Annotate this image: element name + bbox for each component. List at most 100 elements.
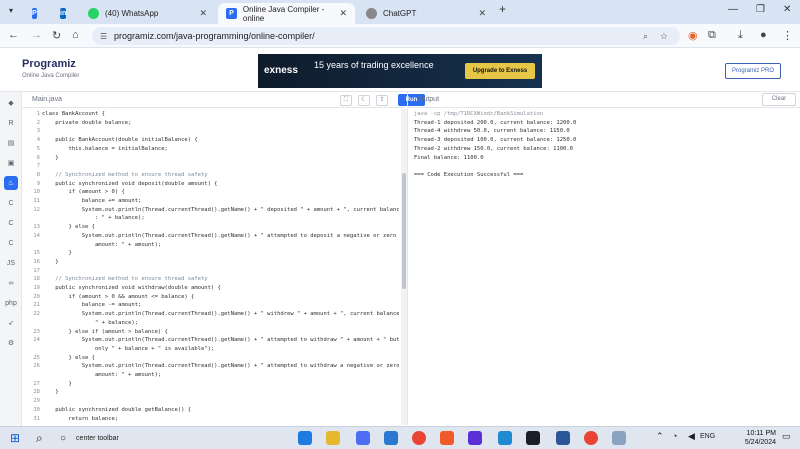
code-line[interactable]: public BankAccount(double initialBalance… xyxy=(42,137,197,143)
code-line[interactable]: this.balance = initialBalance; xyxy=(42,146,167,152)
code-line[interactable]: balance -= amount; xyxy=(42,302,142,308)
code-editor[interactable]: 1 class BankAccount {2 private double bal… xyxy=(22,109,399,425)
taskbar-search[interactable]: ○ center toolbar xyxy=(60,431,280,446)
minimize-button[interactable]: — xyxy=(728,4,738,15)
code-line[interactable]: } xyxy=(42,155,58,161)
profile-avatar[interactable]: ● xyxy=(760,29,767,41)
code-line[interactable]: public synchronized void deposit(double … xyxy=(42,181,217,187)
code-line[interactable]: return balance; xyxy=(42,416,118,422)
clock[interactable]: 10:11 PM 5/24/2024 xyxy=(728,429,776,447)
bookmark-star-icon[interactable]: ☆ xyxy=(660,31,668,42)
close-icon[interactable]: ✕ xyxy=(339,8,347,19)
forward-icon[interactable]: → xyxy=(31,29,42,41)
new-tab-button[interactable]: + xyxy=(499,2,506,16)
php-icon[interactable]: php xyxy=(4,296,18,310)
cpp-icon[interactable]: C xyxy=(4,216,18,230)
r-icon[interactable]: R xyxy=(4,116,18,130)
swift-icon[interactable]: ➶ xyxy=(4,316,18,330)
language-indicator[interactable]: ENG xyxy=(700,433,715,447)
download-icon[interactable]: ⤓ xyxy=(738,29,743,42)
close-window-button[interactable]: ✕ xyxy=(783,4,791,15)
code-line[interactable]: balance += amount; xyxy=(42,198,142,204)
javascript-icon[interactable]: JS xyxy=(4,256,18,270)
teams-icon[interactable] xyxy=(468,431,482,445)
code-line[interactable]: } xyxy=(42,389,58,395)
brave-icon[interactable] xyxy=(440,431,454,445)
url-bar[interactable]: ☰ programiz.com/java-programming/online-… xyxy=(92,27,680,45)
mail-icon[interactable] xyxy=(384,431,398,445)
code-line[interactable]: System.out.println(Thread.currentThread(… xyxy=(42,311,399,317)
restore-button[interactable]: ❐ xyxy=(756,4,765,15)
site-info-icon[interactable]: ☰ xyxy=(100,32,107,41)
tab-java-compiler[interactable]: P Online Java Compiler - online ✕ xyxy=(218,3,355,24)
ad-banner[interactable]: exness 15 years of trading excellence Up… xyxy=(258,54,542,88)
python-icon[interactable]: ◆ xyxy=(4,96,18,110)
html-icon[interactable]: ▣ xyxy=(4,156,18,170)
code-line[interactable]: } else { xyxy=(42,355,95,361)
chrome-icon[interactable] xyxy=(412,431,426,445)
code-line[interactable]: System.out.println(Thread.currentThread(… xyxy=(42,337,399,343)
tab-programiz-pinned[interactable]: P xyxy=(24,3,46,24)
tray-chevron-icon[interactable]: ⌃ xyxy=(656,431,670,445)
tab-chatgpt[interactable]: ChatGPT ✕ xyxy=(358,3,494,24)
code-line[interactable]: System.out.println(Thread.currentThread(… xyxy=(42,207,399,213)
code-line[interactable]: } else if (amount > balance) { xyxy=(42,329,167,335)
code-line[interactable]: } xyxy=(42,259,58,265)
go-icon[interactable]: ∞ xyxy=(4,276,18,290)
tab-list-icon[interactable]: ▾ xyxy=(9,6,13,15)
zoom-icon[interactable]: ⌕ xyxy=(643,31,648,42)
programiz-pro-button[interactable]: Programiz PRO xyxy=(725,63,781,79)
back-icon[interactable]: ← xyxy=(8,29,19,41)
code-line[interactable]: // Synchronized method to ensure thread … xyxy=(42,172,207,178)
reload-icon[interactable]: ↻ xyxy=(52,29,61,42)
clear-button[interactable]: Clear xyxy=(762,93,796,106)
file-explorer-icon[interactable] xyxy=(326,431,340,445)
code-line[interactable]: public synchronized void withdraw(double… xyxy=(42,285,221,291)
ad-cta-button[interactable]: Upgrade to Exness xyxy=(465,63,535,79)
word-icon[interactable] xyxy=(556,431,570,445)
code-line[interactable]: if (amount > 0 && amount <= balance) { xyxy=(42,294,194,300)
terminal-icon[interactable] xyxy=(526,431,540,445)
search-icon[interactable]: ⌕ xyxy=(36,431,50,445)
code-line[interactable]: } xyxy=(42,381,71,387)
code-line[interactable]: amount: " + amount); xyxy=(42,372,161,378)
programiz-logo[interactable]: Programiz xyxy=(22,58,76,70)
code-line[interactable]: only " + balance + " is available"); xyxy=(42,346,214,352)
c-icon[interactable]: C xyxy=(4,196,18,210)
home-icon[interactable]: ⌂ xyxy=(72,29,79,41)
code-line[interactable]: } else { xyxy=(42,224,95,230)
code-line[interactable]: } xyxy=(42,250,71,256)
wifi-icon[interactable]: ◔ xyxy=(672,431,686,445)
app-icon[interactable] xyxy=(612,431,626,445)
sql-icon[interactable]: ▤ xyxy=(4,136,18,150)
code-line[interactable]: System.out.println(Thread.currentThread(… xyxy=(42,363,399,369)
menu-icon[interactable]: ⋮ xyxy=(782,29,793,42)
extensions-puzzle-icon[interactable]: ⧉ xyxy=(708,29,716,42)
code-line[interactable]: if (amount > 0) { xyxy=(42,189,124,195)
csharp-icon[interactable]: C xyxy=(4,236,18,250)
code-line[interactable]: System.out.println(Thread.currentThread(… xyxy=(42,233,397,239)
theme-toggle-icon[interactable]: ☾ xyxy=(358,95,370,106)
store-icon[interactable] xyxy=(356,431,370,445)
fullscreen-icon[interactable]: ⛶ xyxy=(340,95,352,106)
rust-icon[interactable]: ⚙ xyxy=(4,336,18,350)
scrollbar-thumb[interactable] xyxy=(402,173,406,289)
close-icon[interactable]: ✕ xyxy=(478,8,486,19)
notification-icon[interactable]: ▭ xyxy=(782,431,796,445)
windows-start-icon[interactable]: ⊞ xyxy=(10,431,24,445)
file-tab-main-java[interactable]: Main.java xyxy=(32,96,62,103)
edge-icon[interactable] xyxy=(298,431,312,445)
tab-linkedin[interactable]: in xyxy=(52,3,78,24)
extension-icon[interactable]: ◉ xyxy=(688,29,698,42)
chrome-active-icon[interactable] xyxy=(584,431,598,445)
code-line[interactable]: class BankAccount { xyxy=(42,111,105,117)
code-line[interactable]: private double balance; xyxy=(42,120,131,126)
vscode-icon[interactable] xyxy=(498,431,512,445)
code-line[interactable]: // Synchronized method to ensure thread … xyxy=(42,276,207,282)
code-line[interactable]: " + balance); xyxy=(42,320,138,326)
java-icon[interactable]: ♨ xyxy=(4,176,18,190)
tab-whatsapp[interactable]: (40) WhatsApp ✕ xyxy=(80,3,215,24)
share-icon[interactable]: ⇪ xyxy=(376,95,388,106)
code-line[interactable]: public synchronized double getBalance() … xyxy=(42,407,191,413)
code-line[interactable]: amount: " + amount); xyxy=(42,242,161,248)
